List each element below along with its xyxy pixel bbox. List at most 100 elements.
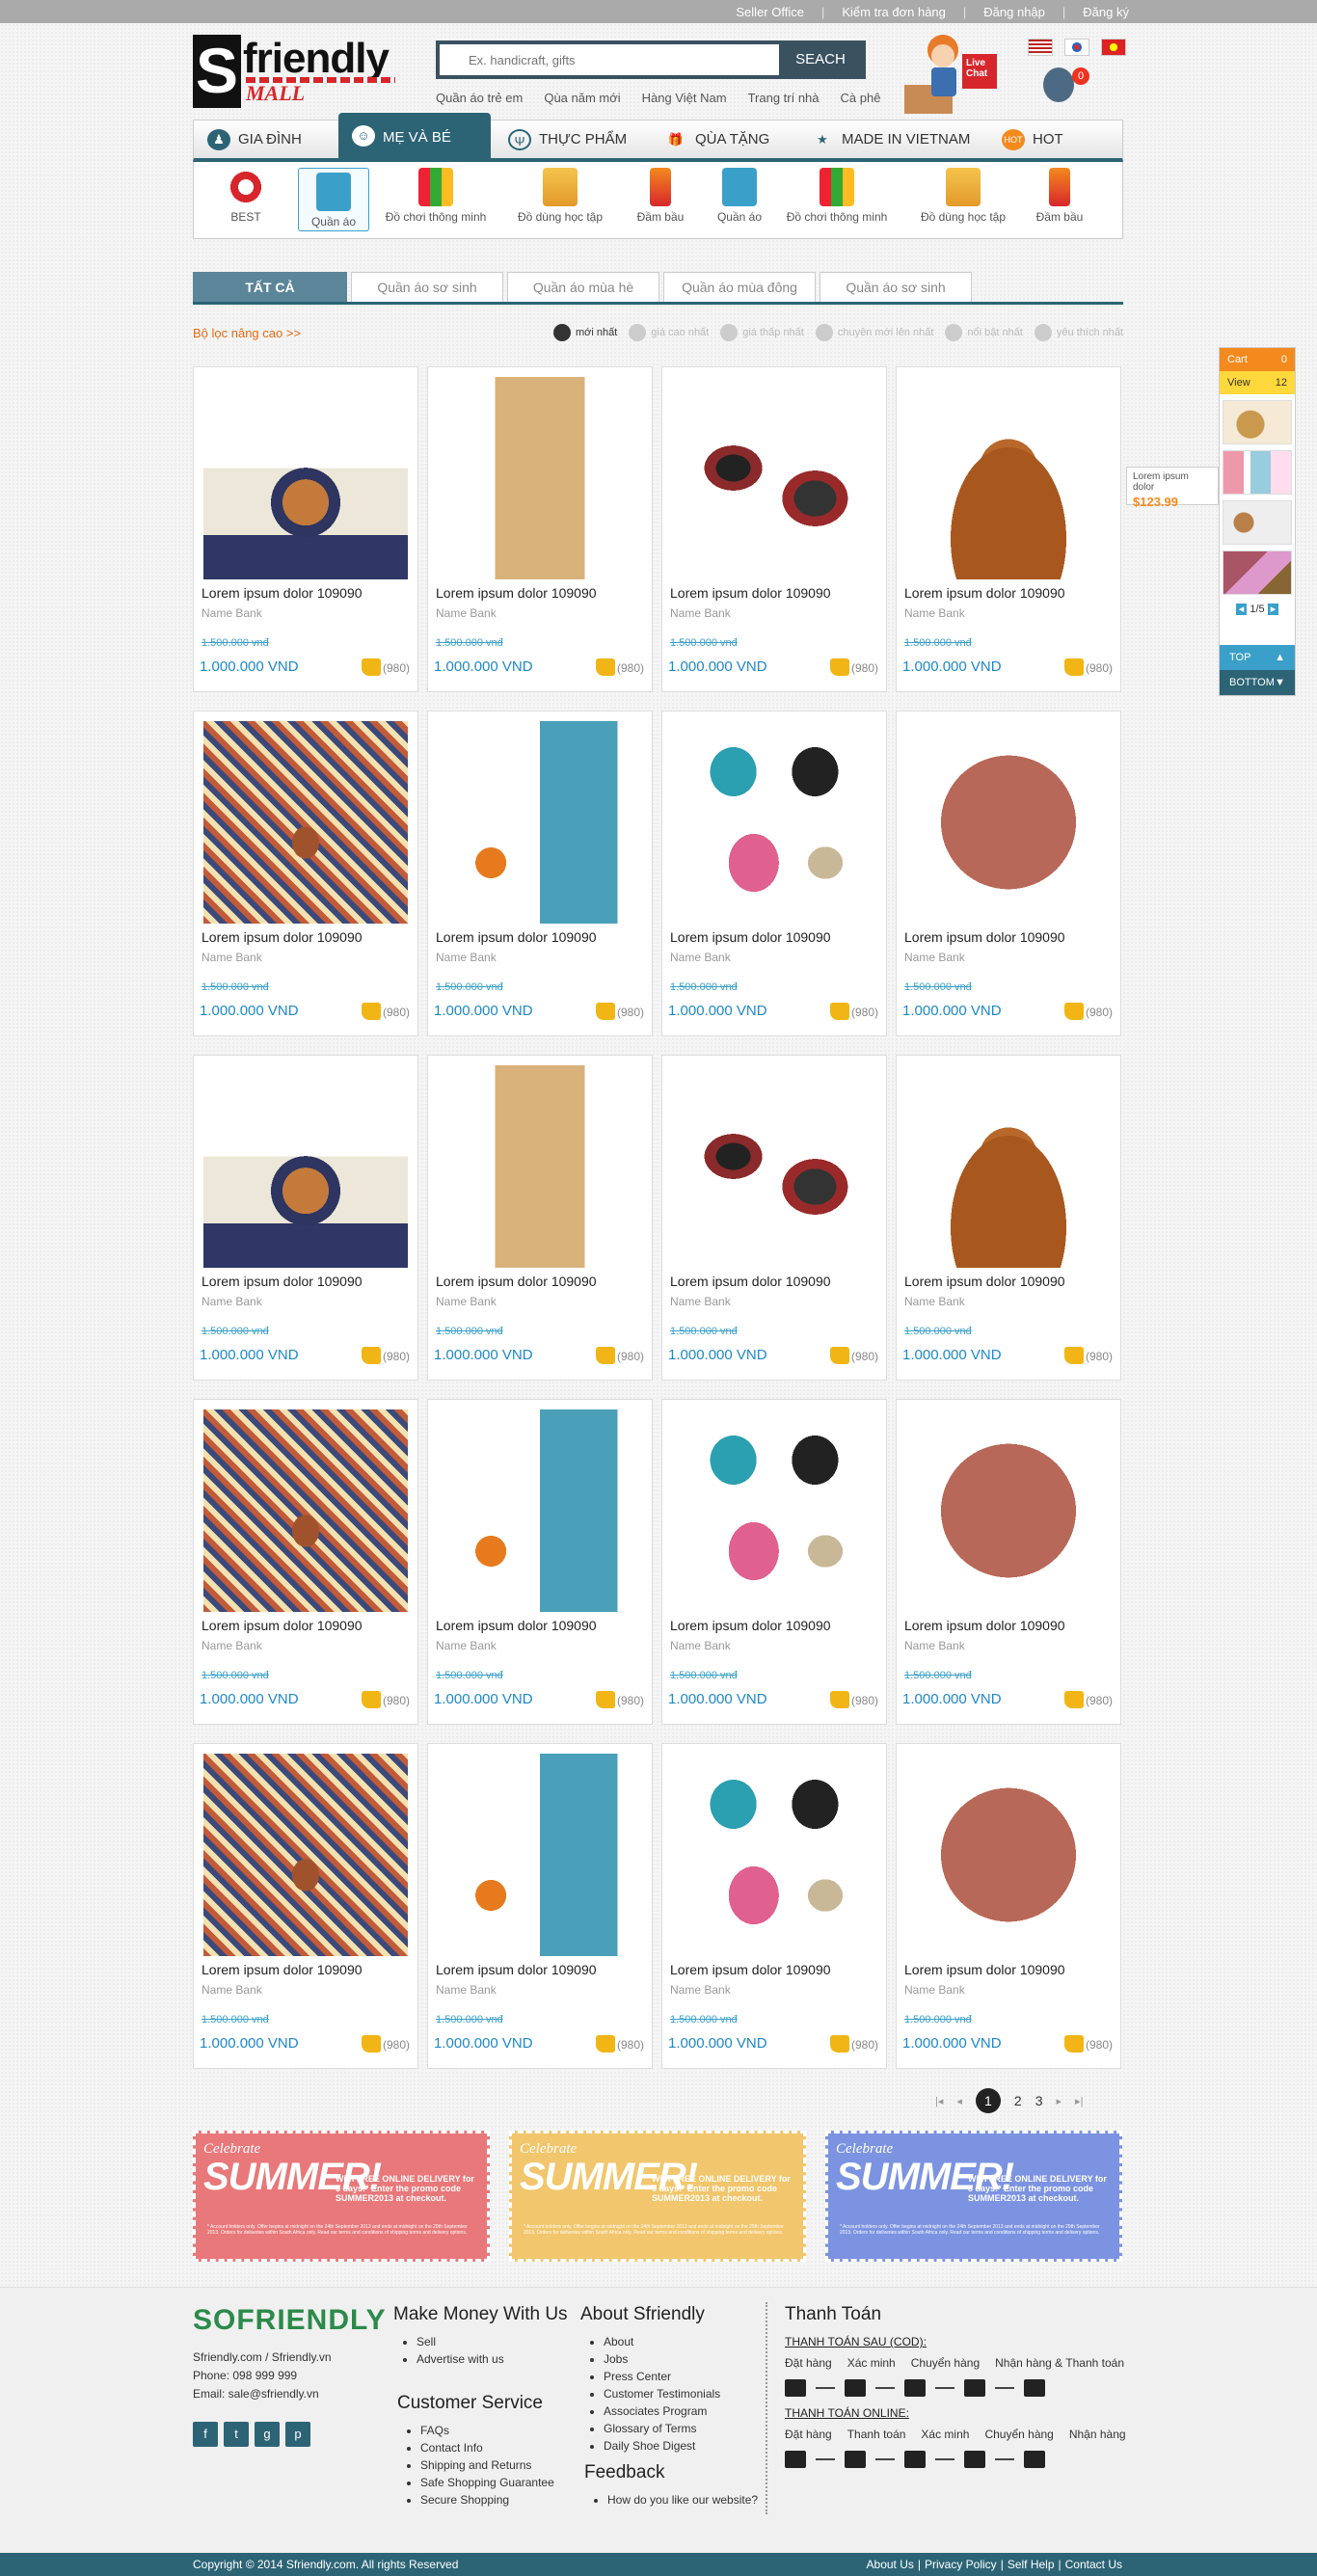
live-chat-mascot[interactable]: Live Chat: [900, 31, 1001, 114]
product-image[interactable]: [438, 721, 642, 924]
twitter-icon[interactable]: t: [224, 2422, 249, 2447]
subcat-do-dung-hoc-tap-2[interactable]: Đồ dùng học tập: [915, 168, 1011, 231]
search-input[interactable]: [440, 44, 779, 75]
product-card[interactable]: Lorem ipsum dolor 109090 Name Bank 1.500.0…: [661, 366, 887, 692]
facebook-icon[interactable]: f: [193, 2422, 218, 2447]
side-cart[interactable]: Cart 0: [1220, 348, 1295, 371]
product-card[interactable]: Lorem ipsum dolor 109090 Name Bank 1.500.0…: [427, 1399, 653, 1725]
product-image[interactable]: [203, 377, 408, 579]
side-view[interactable]: View 12: [1220, 371, 1295, 394]
order-check-link[interactable]: Kiểm tra đơn hàng: [842, 5, 946, 19]
prev-arrow-icon[interactable]: ◂: [1235, 604, 1248, 615]
product-image[interactable]: [203, 1754, 408, 1956]
product-name[interactable]: Lorem ipsum dolor 109090: [670, 1962, 831, 1977]
page-2[interactable]: 2: [1014, 2093, 1022, 2108]
product-likes[interactable]: (980): [1063, 1347, 1113, 1364]
footer-link[interactable]: Jobs: [604, 2352, 628, 2366]
promo-banner-yellow[interactable]: Celebrate SUMMER! With FREE ONLINE DELIV…: [509, 2131, 806, 2262]
footer-link[interactable]: Customer Testimonials: [604, 2387, 720, 2401]
subcat-dam-bau-2[interactable]: Đầm bầu: [1031, 168, 1089, 231]
product-likes[interactable]: (980): [1063, 2035, 1113, 2053]
product-card[interactable]: Lorem ipsum dolor 109090 Name Bank 1.500.0…: [427, 711, 653, 1036]
product-likes[interactable]: (980): [1063, 658, 1113, 676]
footer-link[interactable]: Advertise with us: [417, 2352, 504, 2366]
product-name[interactable]: Lorem ipsum dolor 109090: [202, 1962, 363, 1977]
quick-link[interactable]: Hàng Việt Nam: [642, 91, 727, 105]
subcat-quan-ao[interactable]: Quần áo: [298, 168, 369, 231]
nav-item-hot[interactable]: HOT Hot: [988, 121, 1114, 159]
product-name[interactable]: Lorem ipsum dolor 109090: [202, 1274, 363, 1289]
viewed-thumb[interactable]: [1223, 400, 1292, 444]
next-page-icon[interactable]: ▸: [1057, 2095, 1062, 2107]
product-image[interactable]: [906, 1754, 1111, 1956]
product-name[interactable]: Lorem ipsum dolor 109090: [670, 585, 831, 601]
product-name[interactable]: Lorem ipsum dolor 109090: [670, 1618, 831, 1633]
product-card[interactable]: Lorem ipsum dolor 109090 Name Bank 1.500.0…: [193, 366, 418, 692]
footer-link[interactable]: Daily Shoe Digest: [604, 2439, 695, 2453]
footer-link[interactable]: Contact Info: [420, 2441, 483, 2455]
product-name[interactable]: Lorem ipsum dolor 109090: [436, 1274, 597, 1289]
footer-link[interactable]: Shipping and Returns: [420, 2458, 531, 2472]
product-card[interactable]: Lorem ipsum dolor 109090 Name Bank 1.500.0…: [193, 711, 418, 1036]
footer-link[interactable]: Secure Shopping: [420, 2493, 509, 2507]
product-name[interactable]: Lorem ipsum dolor 109090: [202, 585, 363, 601]
promo-banner-blue[interactable]: Celebrate SUMMER! With FREE ONLINE DELIV…: [825, 2131, 1122, 2262]
nav-item-gia-dinh[interactable]: ♟ Gia đình: [194, 121, 336, 159]
product-name[interactable]: Lorem ipsum dolor 109090: [904, 1962, 1065, 1977]
product-image[interactable]: [438, 1754, 642, 1956]
product-likes[interactable]: (980): [829, 1347, 878, 1364]
quick-link[interactable]: Qùa năm mới: [544, 91, 620, 105]
site-logo[interactable]: S friendly MALL: [193, 35, 398, 112]
cart-icon[interactable]: [1043, 67, 1074, 102]
product-likes[interactable]: (980): [361, 658, 410, 676]
product-likes[interactable]: (980): [829, 1003, 878, 1020]
footer-link[interactable]: Sell: [417, 2335, 436, 2348]
product-image[interactable]: [203, 1409, 408, 1612]
product-card[interactable]: Lorem ipsum dolor 109090 Name Bank 1.500.0…: [427, 1055, 653, 1381]
product-likes[interactable]: (980): [595, 1347, 644, 1364]
product-name[interactable]: Lorem ipsum dolor 109090: [670, 929, 831, 945]
tab-newborn[interactable]: Quần áo sơ sinh: [351, 272, 503, 302]
footer-link[interactable]: How do you like our website?: [607, 2493, 758, 2507]
sort-newest[interactable]: mới nhất: [553, 324, 617, 341]
product-card[interactable]: Lorem ipsum dolor 109090 Name Bank 1.500.0…: [193, 1399, 418, 1725]
login-link[interactable]: Đăng nhập: [983, 5, 1045, 19]
product-name[interactable]: Lorem ipsum dolor 109090: [904, 1274, 1065, 1289]
product-name[interactable]: Lorem ipsum dolor 109090: [436, 929, 597, 945]
product-card[interactable]: Lorem ipsum dolor 109090 Name Bank 1.500.0…: [661, 1743, 887, 2069]
flag-vn-icon[interactable]: [1101, 39, 1126, 56]
product-image[interactable]: [906, 1065, 1111, 1268]
tab-summer[interactable]: Quần áo mùa hè: [507, 272, 659, 302]
product-card[interactable]: Lorem ipsum dolor 109090 Name Bank 1.500.0…: [193, 1055, 418, 1381]
product-name[interactable]: Lorem ipsum dolor 109090: [436, 1618, 597, 1633]
footer-link[interactable]: Associates Program: [604, 2404, 707, 2418]
prev-page-icon[interactable]: ◂: [956, 2095, 962, 2107]
product-image[interactable]: [672, 1754, 876, 1956]
sort-favorite[interactable]: yêu thích nhất: [1034, 324, 1123, 341]
pinterest-icon[interactable]: p: [285, 2422, 310, 2447]
product-likes[interactable]: (980): [595, 1003, 644, 1020]
product-name[interactable]: Lorem ipsum dolor 109090: [202, 1618, 363, 1633]
product-likes[interactable]: (980): [361, 2035, 410, 2053]
viewed-thumb[interactable]: [1223, 550, 1292, 595]
product-card[interactable]: Lorem ipsum dolor 109090 Name Bank 1.500.0…: [896, 1055, 1121, 1381]
sort-price-high[interactable]: giá cao nhất: [629, 324, 709, 341]
privacy-link[interactable]: Privacy Policy: [925, 2558, 997, 2571]
product-card[interactable]: Lorem ipsum dolor 109090 Name Bank 1.500.0…: [427, 1743, 653, 2069]
product-name[interactable]: Lorem ipsum dolor 109090: [436, 585, 597, 601]
product-image[interactable]: [438, 1409, 642, 1612]
next-arrow-icon[interactable]: ▸: [1267, 604, 1279, 615]
footer-link[interactable]: FAQs: [420, 2424, 449, 2437]
product-card[interactable]: Lorem ipsum dolor 109090 Name Bank 1.500.0…: [661, 1399, 887, 1725]
subcat-quan-ao-2[interactable]: Quần áo: [711, 168, 768, 231]
product-image[interactable]: [906, 1409, 1111, 1612]
contact-us-link[interactable]: Contact Us: [1065, 2558, 1122, 2571]
product-likes[interactable]: (980): [361, 1347, 410, 1364]
product-name[interactable]: Lorem ipsum dolor 109090: [904, 1618, 1065, 1633]
product-image[interactable]: [672, 1065, 876, 1268]
search-button[interactable]: SEACH: [779, 44, 862, 75]
seller-office-link[interactable]: Seller Office: [736, 5, 804, 19]
promo-banner-red[interactable]: Celebrate SUMMER! With FREE ONLINE DELIV…: [193, 2131, 490, 2262]
page-1[interactable]: 1: [975, 2088, 1001, 2113]
product-image[interactable]: [438, 1065, 642, 1268]
